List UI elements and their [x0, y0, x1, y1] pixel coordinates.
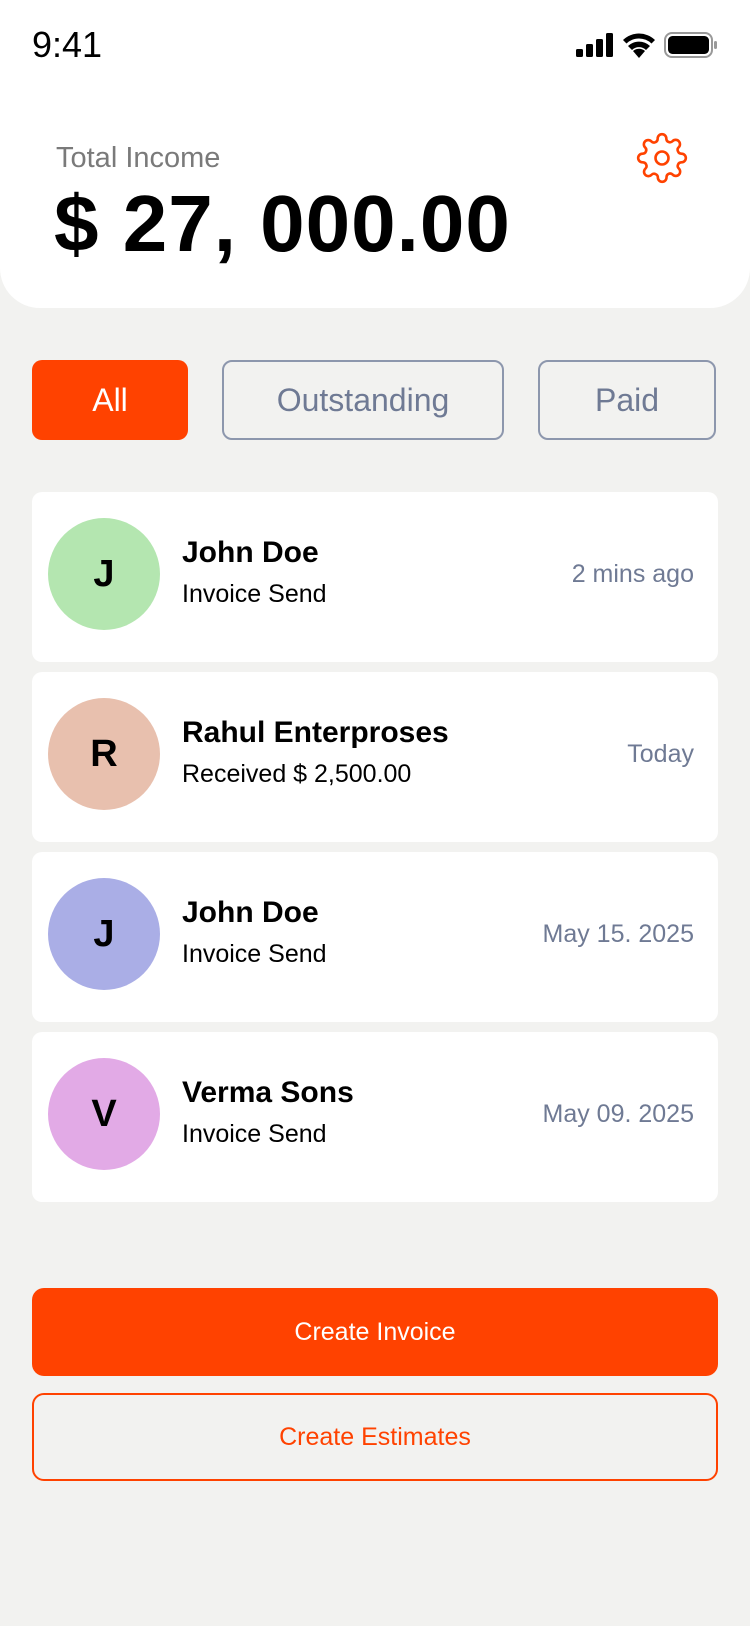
create-invoice-button[interactable]: Create Invoice — [32, 1288, 718, 1376]
activity-detail: Invoice Send — [182, 940, 327, 968]
filter-all[interactable]: All — [32, 360, 188, 440]
avatar: V — [48, 1058, 160, 1170]
avatar-initial: R — [90, 732, 118, 775]
filter-outstanding[interactable]: Outstanding — [222, 360, 504, 440]
status-time: 9:41 — [32, 24, 103, 65]
activity-item[interactable]: R Rahul Enterproses Received $ 2,500.00 … — [32, 672, 718, 842]
client-name: John Doe — [182, 536, 319, 569]
cellular-signal-icon — [576, 33, 613, 57]
status-bar: 9:41 — [0, 0, 750, 96]
avatar-initial: V — [91, 1092, 117, 1135]
activity-item[interactable]: J John Doe Invoice Send 2 mins ago — [32, 492, 718, 662]
client-name: Verma Sons — [182, 1076, 354, 1109]
avatar: J — [48, 878, 160, 990]
status-icons — [576, 32, 718, 58]
client-name: Rahul Enterproses — [182, 716, 449, 749]
avatar-initial: J — [93, 552, 115, 595]
activity-item[interactable]: V Verma Sons Invoice Send May 09. 2025 — [32, 1032, 718, 1202]
activity-detail: Invoice Send — [182, 580, 327, 608]
gear-icon — [636, 132, 688, 184]
activity-item[interactable]: J John Doe Invoice Send May 15. 2025 — [32, 852, 718, 1022]
activity-detail: Received $ 2,500.00 — [182, 760, 412, 788]
avatar: J — [48, 518, 160, 630]
battery-icon — [664, 32, 717, 58]
total-income-value: $ 27, 000.00 — [54, 179, 511, 268]
activity-detail: Invoice Send — [182, 1120, 327, 1148]
total-income-label: Total Income — [56, 142, 221, 174]
activity-time: May 15. 2025 — [542, 920, 695, 948]
client-name: John Doe — [182, 896, 319, 929]
avatar: R — [48, 698, 160, 810]
avatar-initial: J — [93, 912, 115, 955]
wifi-icon — [623, 33, 655, 58]
settings-button[interactable] — [636, 132, 688, 184]
activity-time: May 09. 2025 — [542, 1100, 695, 1128]
create-estimates-button[interactable]: Create Estimates — [32, 1393, 718, 1481]
activity-time: Today — [627, 740, 694, 768]
filter-paid[interactable]: Paid — [538, 360, 716, 440]
activity-time: 2 mins ago — [571, 560, 694, 588]
